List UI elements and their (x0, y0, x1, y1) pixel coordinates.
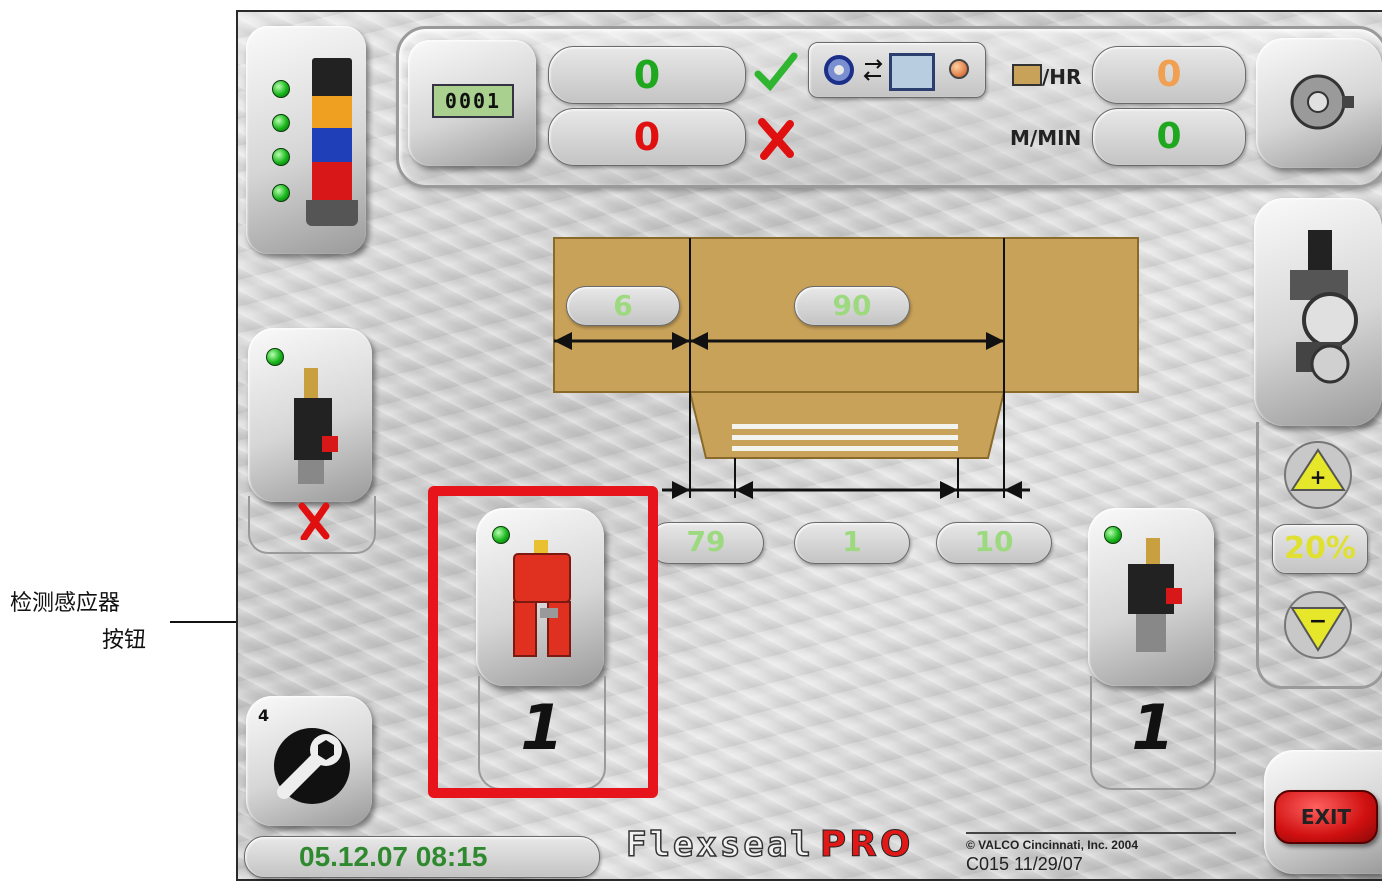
pressure-percent-field: 20% (1272, 524, 1368, 574)
left-valve-status-panel (248, 496, 376, 554)
transfer-arrows-icon (863, 59, 883, 81)
maintenance-button[interactable]: 4 (246, 696, 372, 826)
dim-top-left-value: 6 (613, 289, 633, 322)
gear-icon (824, 55, 854, 85)
decrease-pressure-button[interactable]: − (1280, 590, 1356, 660)
stack-led-4 (272, 184, 290, 202)
valve-icon (294, 368, 338, 484)
bad-count-value: 0 (633, 115, 661, 159)
svg-text:−: − (1309, 609, 1327, 634)
stack-light-button[interactable] (246, 26, 366, 254)
carton-icon (1012, 64, 1042, 86)
copyright-text: © VALCO Cincinnati, Inc. 2004 (966, 838, 1138, 852)
left-valve-button[interactable] (248, 328, 372, 502)
version-text: C015 11/29/07 (966, 854, 1083, 874)
dim-bottom-left-value: 79 (686, 525, 726, 558)
right-valve-count-panel: 1 (1090, 676, 1216, 790)
stack-led-2 (272, 114, 290, 132)
dim-top-right-value: 90 (832, 289, 872, 322)
right-valve-button[interactable] (1088, 508, 1214, 686)
bad-count-field: 0 (548, 108, 746, 166)
dim-top-right-field[interactable]: 90 (794, 286, 910, 326)
counter-display: 0001 (432, 84, 514, 118)
speed-value: 0 (1156, 116, 1182, 157)
speed-unit-label: M/MIN (1010, 126, 1082, 150)
rate-unit-label: /HR (1012, 64, 1081, 89)
dim-top-left-field[interactable]: 6 (566, 286, 680, 326)
brand-logo: Flexseal PRO (625, 824, 914, 866)
rate-value: 0 (1156, 54, 1182, 95)
hmi-screen: 0001 0 0 /HR M/MIN 0 0 + 20% − 6 90 79 1… (236, 10, 1382, 881)
good-count-field: 0 (548, 46, 746, 104)
rate-field: 0 (1092, 46, 1246, 104)
increase-pressure-button[interactable]: + (1280, 440, 1356, 510)
wrench-icon (274, 728, 350, 804)
datetime-field: 05.12.07 08:15 (244, 836, 600, 878)
regulator-icon (1290, 230, 1358, 384)
counter-reset-button[interactable]: 0001 (408, 40, 536, 166)
monitor-icon (889, 53, 935, 91)
good-count-value: 0 (633, 53, 661, 97)
annotation-label-line1: 检测感应器 (10, 590, 121, 615)
stack-light-icon (306, 58, 358, 238)
annotation-label-line2: 按钮 (102, 627, 147, 652)
pressure-percent-value: 20% (1284, 531, 1356, 566)
dim-bottom-left-field[interactable]: 79 (648, 522, 764, 564)
sensor-highlight-box (428, 486, 658, 798)
datetime-value: 05.12.07 08:15 (299, 841, 488, 872)
valve-icon-right (1128, 538, 1182, 652)
disabled-x-icon (298, 502, 330, 540)
dim-bottom-mid-field[interactable]: 1 (794, 522, 910, 564)
svg-text:+: + (1310, 465, 1327, 489)
encoder-icon (1290, 74, 1354, 130)
carton-diagram (553, 237, 1139, 499)
status-lamp-icon (949, 59, 969, 79)
dim-bottom-right-value: 10 (974, 525, 1014, 558)
exit-button[interactable]: EXIT (1274, 790, 1378, 844)
footer-divider (966, 832, 1236, 834)
checkmark-icon (754, 52, 798, 92)
reject-x-icon (758, 118, 794, 160)
encoder-button[interactable] (1256, 38, 1382, 168)
exit-label: EXIT (1300, 805, 1352, 829)
pressure-regulator-button[interactable] (1254, 198, 1382, 426)
stack-led-1 (272, 80, 290, 98)
dim-bottom-right-field[interactable]: 10 (936, 522, 1052, 564)
dim-bottom-mid-value: 1 (842, 525, 862, 558)
stack-led-3 (272, 148, 290, 166)
mode-indicator-panel[interactable] (808, 42, 986, 98)
speed-field: 0 (1092, 108, 1246, 166)
right-valve-count-value: 1 (1131, 691, 1175, 764)
